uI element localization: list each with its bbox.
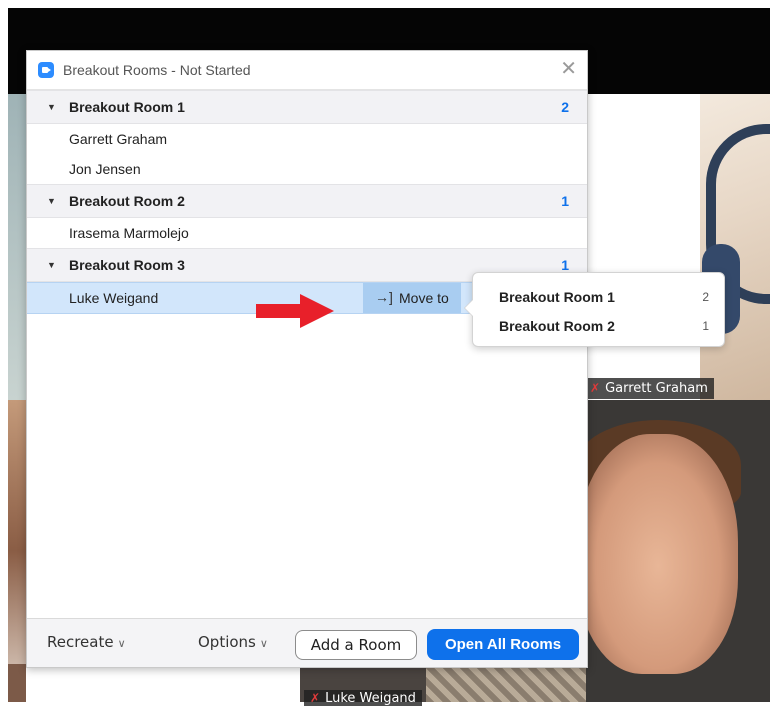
dialog-footer: Recreate ∨ Options ∨ Add a Room Open All R… [27, 618, 587, 667]
close-icon[interactable]: ✕ [560, 58, 577, 80]
room-name: Breakout Room 2 [69, 193, 185, 209]
dialog-titlebar[interactable]: Breakout Rooms - Not Started ✕ [27, 51, 587, 90]
room-count: 1 [561, 257, 569, 273]
video-name-tag-garrett: ✗ Garrett Graham [584, 378, 714, 399]
options-dropdown[interactable]: Options ∨ [198, 633, 268, 651]
room-header-2[interactable]: ▼ Breakout Room 2 1 [27, 184, 587, 218]
video-tile-garrett [700, 94, 770, 400]
dialog-title: Breakout Rooms - Not Started [63, 62, 251, 78]
menu-room-count: 2 [702, 290, 709, 304]
move-to-button[interactable]: →] Move to [363, 283, 461, 313]
room-count: 2 [561, 99, 569, 115]
video-name-tag-luke: ✗ Luke Weigand [304, 690, 422, 706]
video-tile-bottom-right [586, 400, 770, 702]
zoom-camera-icon [38, 62, 54, 78]
participant-row[interactable]: Garrett Graham [27, 124, 587, 154]
recreate-dropdown[interactable]: Recreate ∨ [47, 633, 126, 651]
breakout-rooms-dialog: Breakout Rooms - Not Started ✕ ▼ Breakou… [26, 50, 588, 668]
room-header-1[interactable]: ▼ Breakout Room 1 2 [27, 90, 587, 124]
add-room-button[interactable]: Add a Room [295, 630, 417, 660]
move-to-icon: →] [375, 289, 393, 305]
menu-room-name: Breakout Room 2 [499, 318, 615, 334]
move-to-menu: Breakout Room 1 2 Breakout Room 2 1 [464, 272, 725, 347]
chevron-down-icon: ∨ [259, 637, 268, 650]
menu-room-count: 1 [702, 319, 709, 333]
caret-down-icon[interactable]: ▼ [47, 102, 56, 112]
chevron-down-icon: ∨ [117, 637, 126, 650]
menu-room-name: Breakout Room 1 [499, 289, 615, 305]
open-all-rooms-button[interactable]: Open All Rooms [427, 629, 579, 660]
video-tile-bottom-left-strip [8, 664, 26, 702]
mic-muted-icon: ✗ [310, 691, 321, 705]
participant-row[interactable]: Irasema Marmolejo [27, 218, 587, 248]
participant-name: Garrett Graham [69, 131, 168, 147]
caret-down-icon[interactable]: ▼ [47, 196, 56, 206]
participant-row[interactable]: Jon Jensen [27, 154, 587, 184]
red-arrow-icon [256, 294, 334, 328]
participant-name: Irasema Marmolejo [69, 225, 189, 241]
room-count: 1 [561, 193, 569, 209]
video-tile-top-left [8, 94, 26, 400]
room-name: Breakout Room 1 [69, 99, 185, 115]
mic-muted-icon: ✗ [590, 381, 601, 395]
video-tile-bottom-left [8, 400, 26, 702]
participant-name: Luke Weigand [69, 290, 159, 306]
caret-down-icon[interactable]: ▼ [47, 260, 56, 270]
move-menu-item-room-2[interactable]: Breakout Room 2 1 [499, 316, 709, 336]
room-name: Breakout Room 3 [69, 257, 185, 273]
move-to-label: Move to [399, 290, 449, 306]
participant-name: Jon Jensen [69, 161, 141, 177]
move-menu-item-room-1[interactable]: Breakout Room 1 2 [499, 287, 709, 307]
person-face-shape [586, 434, 738, 674]
red-arrow-shape [256, 294, 334, 328]
